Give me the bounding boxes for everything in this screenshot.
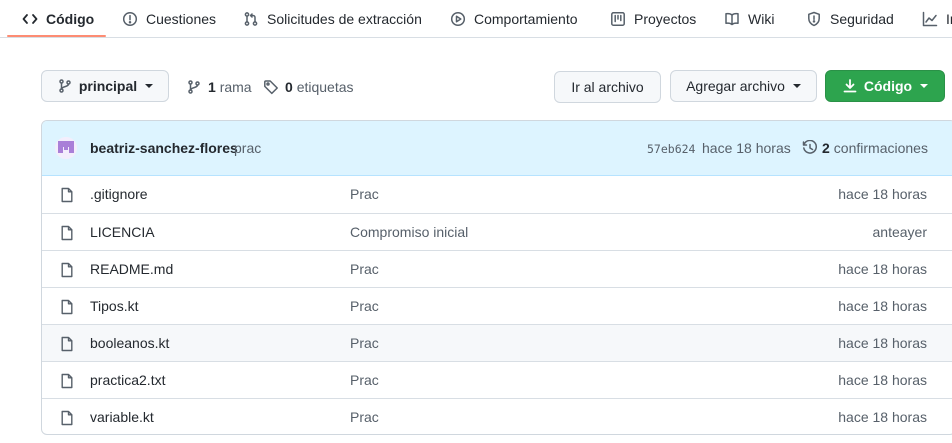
commit-time: hace 18 horas — [702, 140, 791, 156]
graph-icon — [922, 11, 938, 27]
git-branch-icon — [59, 79, 71, 93]
file-commit-message[interactable]: Compromiso inicial — [350, 224, 468, 240]
tags-link[interactable]: 0 etiquetas — [263, 76, 354, 98]
file-commit-age: hace 18 horas — [838, 372, 927, 388]
tab-actions-label: Comportamiento — [474, 11, 578, 27]
file-row[interactable]: README.md Prac hace 18 horas — [42, 250, 952, 287]
tab-wiki[interactable]: Wiki — [724, 0, 774, 38]
file-commit-message[interactable]: Prac — [350, 261, 379, 277]
project-board-icon — [611, 12, 625, 26]
tag-icon — [264, 80, 278, 95]
tab-security-label: Seguridad — [830, 11, 894, 27]
file-name[interactable]: README.md — [90, 261, 173, 277]
file-name[interactable]: .gitignore — [90, 186, 148, 202]
file-name[interactable]: variable.kt — [90, 409, 154, 425]
identicon-avatar — [55, 137, 77, 159]
tab-code-label: Código — [46, 11, 95, 27]
file-list: .gitignore Prac hace 18 horas LICENCIA C… — [42, 176, 952, 434]
file-row[interactable]: booleanos.kt Prac hace 18 horas — [42, 324, 952, 361]
file-name[interactable]: Tipos.kt — [90, 298, 139, 314]
code-download-button[interactable]: Código — [825, 70, 945, 102]
book-icon — [725, 12, 739, 26]
file-name[interactable]: booleanos.kt — [90, 335, 169, 351]
history-icon — [802, 140, 817, 154]
file-row[interactable]: Tipos.kt Prac hace 18 horas — [42, 287, 952, 324]
add-file-button[interactable]: Agregar archivo — [670, 70, 817, 102]
tags-count: 0 — [285, 79, 293, 95]
file-commit-age: hace 18 horas — [838, 186, 927, 202]
branch-select-button[interactable]: principal — [41, 70, 169, 102]
chevron-down-icon — [920, 84, 929, 88]
file-commit-age: hace 18 horas — [838, 298, 927, 314]
file-commit-message[interactable]: Prac — [350, 372, 379, 388]
tab-actions[interactable]: Comportamiento — [450, 0, 578, 38]
tab-insights-label: In — [946, 11, 952, 27]
file-commit-age: hace 18 horas — [838, 409, 927, 425]
issue-icon — [122, 11, 138, 27]
latest-commit-bar: beatriz-sanchez-flores prac 57eb624 hace… — [42, 121, 952, 176]
commit-author[interactable]: beatriz-sanchez-flores — [90, 140, 238, 156]
code-button-label: Código — [863, 78, 913, 94]
file-row[interactable]: LICENCIA Compromiso inicial anteayer — [42, 213, 952, 250]
tab-pull-requests-label: Solicitudes de extracción — [267, 11, 422, 27]
commits-history-link[interactable]: 2 confirmaciones — [802, 140, 928, 156]
commits-label: confirmaciones — [833, 140, 928, 156]
file-browser: beatriz-sanchez-flores prac 57eb624 hace… — [41, 120, 952, 435]
shield-icon — [808, 11, 820, 27]
file-icon — [61, 410, 73, 426]
file-row[interactable]: variable.kt Prac hace 18 horas — [42, 398, 952, 434]
repo-tab-nav: Código Cuestiones Solicitudes de extracc… — [0, 0, 952, 38]
commits-count: 2 — [822, 140, 830, 156]
tags-label: etiquetas — [296, 79, 354, 95]
file-row[interactable]: practica2.txt Prac hace 18 horas — [42, 361, 952, 398]
avatar[interactable] — [55, 137, 77, 159]
file-icon — [61, 299, 73, 315]
file-icon — [61, 336, 73, 352]
file-icon — [61, 262, 73, 278]
file-name[interactable]: practica2.txt — [90, 372, 165, 388]
code-icon — [22, 14, 38, 24]
tab-issues[interactable]: Cuestiones — [122, 0, 216, 38]
file-commit-age: hace 18 horas — [838, 335, 927, 351]
commit-message[interactable]: prac — [234, 140, 261, 156]
file-commit-message[interactable]: Prac — [350, 186, 379, 202]
git-branch-icon — [188, 80, 200, 94]
file-commit-message[interactable]: Prac — [350, 409, 379, 425]
branches-count: 1 — [208, 79, 216, 95]
file-icon — [61, 187, 73, 203]
go-to-file-button[interactable]: Ir al archivo — [554, 71, 661, 103]
actions-play-icon — [450, 11, 466, 27]
tab-projects[interactable]: Proyectos — [610, 0, 696, 38]
file-icon — [61, 225, 73, 241]
file-commit-age: hace 18 horas — [838, 261, 927, 277]
file-commit-message[interactable]: Prac — [350, 298, 379, 314]
file-name[interactable]: LICENCIA — [90, 224, 155, 240]
pull-request-icon — [244, 12, 258, 26]
add-file-label: Agregar archivo — [686, 78, 785, 94]
tab-code[interactable]: Código — [22, 0, 94, 38]
branches-link[interactable]: 1 rama — [186, 76, 252, 98]
go-to-file-label: Ir al archivo — [571, 79, 644, 95]
tab-security[interactable]: Seguridad — [806, 0, 894, 38]
tab-projects-label: Proyectos — [634, 11, 697, 27]
tab-issues-label: Cuestiones — [146, 11, 217, 27]
file-row[interactable]: .gitignore Prac hace 18 horas — [42, 176, 952, 213]
commit-sha[interactable]: 57eb624 — [647, 142, 695, 156]
chevron-down-icon — [792, 84, 801, 88]
tab-insights[interactable]: In — [922, 0, 952, 38]
file-commit-message[interactable]: Prac — [350, 335, 379, 351]
tab-pull-requests[interactable]: Solicitudes de extracción — [243, 0, 422, 38]
branch-name: principal — [78, 78, 138, 94]
download-icon — [843, 79, 857, 93]
file-icon — [61, 373, 73, 389]
branches-label: rama — [219, 79, 252, 95]
chevron-down-icon — [145, 84, 154, 88]
tab-wiki-label: Wiki — [748, 11, 775, 27]
active-tab-indicator — [7, 35, 106, 37]
file-commit-age: anteayer — [872, 224, 927, 240]
